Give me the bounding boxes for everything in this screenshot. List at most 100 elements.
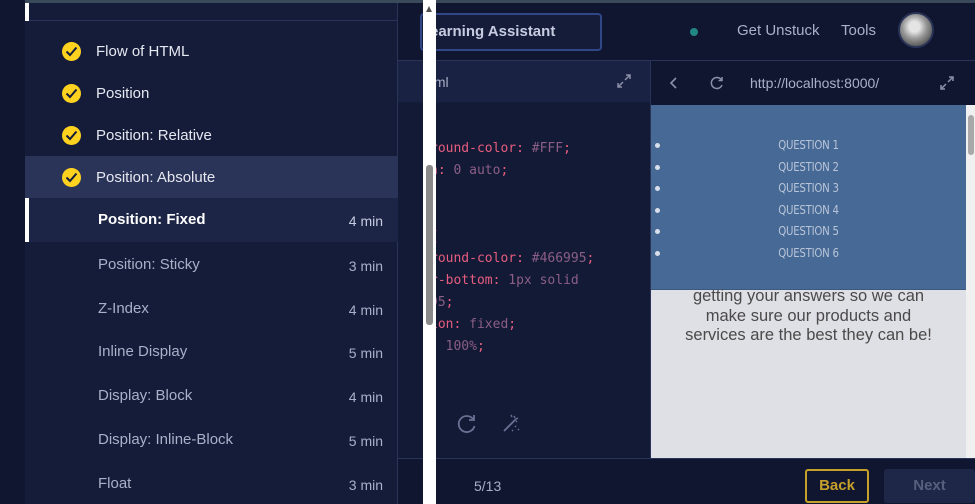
sidebar-scrollbar[interactable]: [423, 0, 436, 504]
checkmark-icon: [62, 84, 81, 103]
preview-viewport[interactable]: QUESTION 1 QUESTION 2 QUESTION 3 QUESTION 4…: [651, 105, 966, 458]
preview-scrollbar[interactable]: [966, 105, 975, 458]
lesson-label: Flow of HTML: [96, 43, 190, 60]
code-property: round-color: [430, 141, 517, 156]
url-bar[interactable]: http://localhost:8000/: [750, 75, 879, 91]
code-line: r-bottom: 1px solid: [430, 273, 579, 288]
code-colon: :: [516, 251, 532, 266]
code-punctuation: ;: [476, 339, 485, 354]
lesson-item[interactable]: Inline Display 5 min: [25, 330, 398, 372]
code-colon: :: [437, 163, 454, 178]
question-item: QUESTION 3: [778, 181, 839, 195]
fixed-header: QUESTION 1 QUESTION 2 QUESTION 3 QUESTION 4…: [651, 105, 966, 290]
lesson-label: Inline Display: [98, 343, 188, 361]
lesson-label: Display: Block: [98, 387, 193, 405]
code-punctuation: ;: [500, 163, 509, 178]
code-value: #466995: [531, 251, 587, 266]
lesson-duration: 4 min: [348, 301, 383, 318]
code-value: 100%: [445, 339, 477, 354]
bullet-icon: [655, 250, 660, 256]
scroll-up-arrow-icon[interactable]: [426, 6, 432, 12]
lesson-label: Position: Fixed: [98, 211, 206, 228]
completed-lesson-item[interactable]: Position: Absolute: [25, 156, 398, 198]
lesson-duration: 3 min: [348, 476, 383, 493]
lesson-duration: 4 min: [348, 213, 383, 229]
bullet-icon: [655, 207, 660, 213]
lesson-item[interactable]: Float 3 min: [25, 462, 398, 504]
code-colon: :: [453, 317, 470, 332]
completed-lesson-item[interactable]: Flow of HTML: [25, 30, 398, 72]
bullet-icon: [655, 186, 660, 191]
status-dot-icon: [690, 28, 698, 36]
lesson-item[interactable]: Z-Index 4 min: [25, 287, 398, 329]
code-value: #FFF: [531, 141, 564, 156]
back-button[interactable]: Back: [805, 469, 869, 503]
code-value: 1px solid: [508, 273, 579, 288]
lesson-item[interactable]: Position: Sticky 3 min: [25, 243, 398, 285]
question-item: QUESTION 5: [778, 224, 839, 238]
expand-editor-icon[interactable]: [616, 73, 632, 89]
bullet-icon: [655, 229, 660, 234]
expand-browser-icon[interactable]: [939, 75, 955, 91]
completed-lesson-item[interactable]: Position: [25, 72, 398, 114]
preview-paragraph: getting your answers so we can make sure…: [685, 287, 932, 344]
app-root: earning Assistant Get Unstuck Tools tml …: [0, 0, 975, 504]
browser-preview: http://localhost:8000/ QUESTION 1 QUESTIO…: [650, 61, 975, 458]
lesson-item[interactable]: Display: Inline-Block 5 min: [25, 418, 398, 460]
question-item: QUESTION 6: [778, 245, 839, 260]
code-line: : 100%;: [430, 339, 485, 354]
lesson-item[interactable]: Display: Block 4 min: [25, 374, 398, 416]
checkmark-icon: [62, 42, 81, 61]
bullet-icon: [655, 143, 660, 148]
code-property: round-color: [430, 251, 517, 266]
lesson-label: Position: Absolute: [96, 169, 216, 186]
code-value: 0 auto: [453, 163, 501, 178]
question-item: QUESTION 2: [778, 159, 839, 174]
checkmark-icon: [62, 126, 81, 145]
code-colon: :: [516, 141, 532, 156]
question-item: QUESTION 4: [778, 202, 839, 217]
tools-link[interactable]: Tools: [841, 22, 876, 39]
code-line: round-color: #466995;: [430, 251, 594, 266]
lesson-label: Position: [96, 85, 150, 102]
lesson-sidebar: Flow of HTML Position Position: Relative Po…: [25, 3, 398, 504]
code-line: n: 0 auto;: [430, 163, 508, 178]
current-lesson-item[interactable]: Position: Fixed 4 min: [25, 198, 398, 242]
next-button[interactable]: Next: [884, 469, 975, 503]
lesson-label: Position: Sticky: [98, 256, 200, 273]
lesson-duration: 5 min: [348, 432, 383, 449]
code-value: fixed: [469, 317, 509, 332]
browser-toolbar: http://localhost:8000/: [651, 61, 975, 105]
current-lesson-indicator: [25, 198, 29, 242]
sidebar-top: [25, 3, 398, 21]
lesson-duration: 4 min: [348, 389, 383, 406]
lesson-label: Float: [98, 474, 132, 492]
code-punctuation: ;: [586, 251, 595, 266]
lesson-label: Display: Inline-Block: [98, 430, 234, 448]
code-line: ion: fixed;: [430, 317, 516, 332]
code-punctuation: ;: [445, 295, 454, 310]
sidebar-top-indicator: [25, 3, 29, 21]
format-code-icon[interactable]: [500, 413, 522, 435]
preview-scroll-thumb[interactable]: [968, 115, 974, 155]
lesson-duration: 3 min: [348, 258, 383, 274]
sidebar-scroll-thumb[interactable]: [426, 165, 433, 325]
lesson-label: Z-Index: [98, 299, 149, 317]
code-punctuation: ;: [563, 141, 571, 156]
sidebar-gutter: [0, 0, 25, 504]
page-count: 5/13: [474, 478, 502, 494]
code-line: round-color: #FFF;: [430, 141, 571, 156]
completed-lesson-item[interactable]: Position: Relative: [25, 114, 398, 156]
lesson-duration: 5 min: [348, 345, 383, 362]
checkmark-icon: [62, 168, 81, 187]
code-property: r-bottom: [430, 273, 493, 288]
refresh-icon[interactable]: [709, 75, 725, 91]
avatar[interactable]: [898, 12, 934, 48]
code-punctuation: ;: [508, 317, 517, 332]
reset-code-icon[interactable]: [456, 413, 478, 435]
get-unstuck-link[interactable]: Get Unstuck: [737, 22, 820, 39]
back-arrow-icon[interactable]: [667, 76, 681, 90]
learning-assistant-button[interactable]: earning Assistant: [420, 13, 602, 51]
code-colon: :: [492, 273, 509, 288]
question-item: QUESTION 1: [778, 138, 839, 152]
